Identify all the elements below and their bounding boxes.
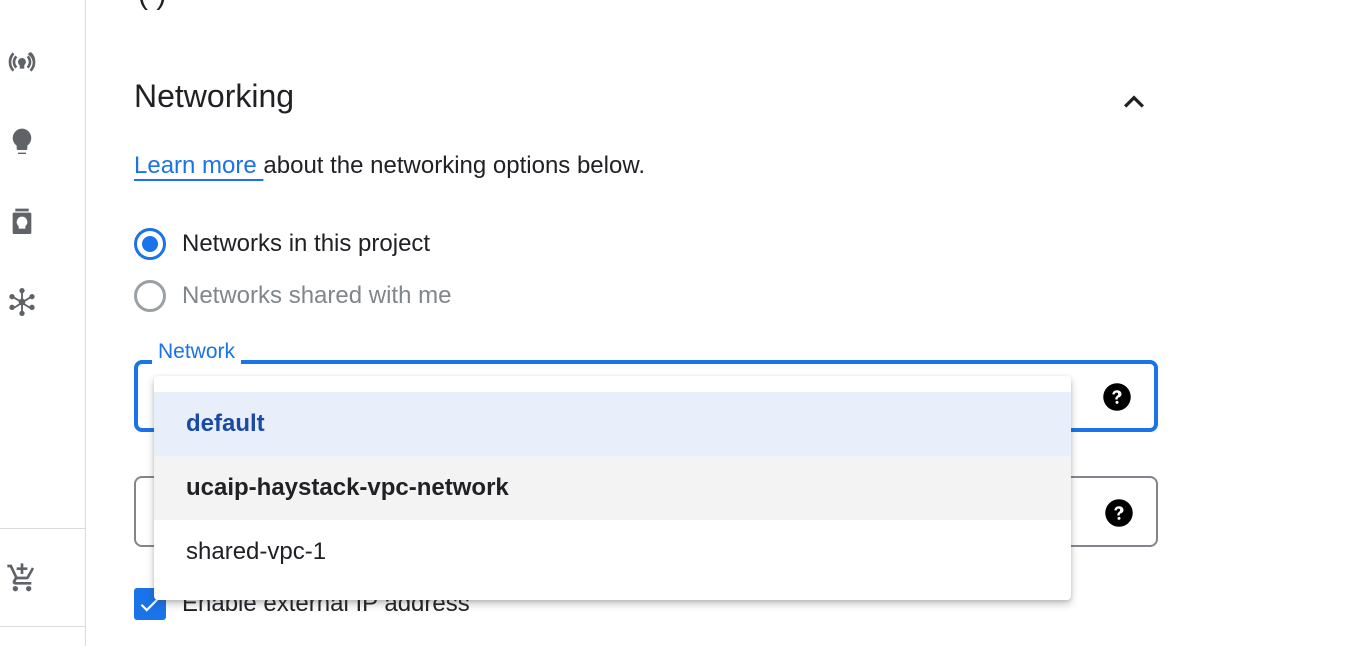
dropdown-option[interactable]: default [154, 392, 1071, 456]
learn-more-link[interactable]: Learn more [134, 152, 263, 179]
broadcast-icon[interactable] [2, 42, 42, 82]
cart-add-icon[interactable] [2, 558, 42, 598]
network-hub-icon[interactable] [2, 282, 42, 322]
section-title: Networking [134, 78, 295, 114]
chevron-up-icon [1124, 95, 1144, 108]
badge-bulb-icon[interactable] [2, 202, 42, 242]
help-icon[interactable] [1102, 382, 1132, 412]
dropdown-option[interactable]: shared-vpc-1 [154, 520, 1071, 584]
rail-divider [0, 626, 85, 627]
network-dropdown-menu: default ucaip-haystack-vpc-network share… [154, 376, 1071, 600]
radio-button-checked[interactable] [134, 228, 166, 260]
cutoff-heading: ( ) [138, 0, 166, 12]
radio-button[interactable] [134, 280, 166, 312]
dropdown-option[interactable]: ucaip-haystack-vpc-network [154, 456, 1071, 520]
radio-label: Networks in this project [182, 230, 431, 257]
learn-more-text: Learn more about the networking options … [134, 152, 645, 180]
learn-more-description: about the networking options below. [263, 152, 646, 179]
help-icon[interactable] [1104, 498, 1134, 528]
network-field-label: Network [152, 340, 242, 364]
collapse-button[interactable] [1112, 80, 1156, 124]
radio-networks-shared[interactable]: Networks shared with me [134, 280, 451, 312]
rail-divider [0, 528, 85, 529]
radio-networks-in-project[interactable]: Networks in this project [134, 228, 430, 260]
radio-label: Networks shared with me [182, 282, 452, 309]
lightbulb-icon[interactable] [2, 122, 42, 162]
left-nav-rail [0, 0, 86, 646]
